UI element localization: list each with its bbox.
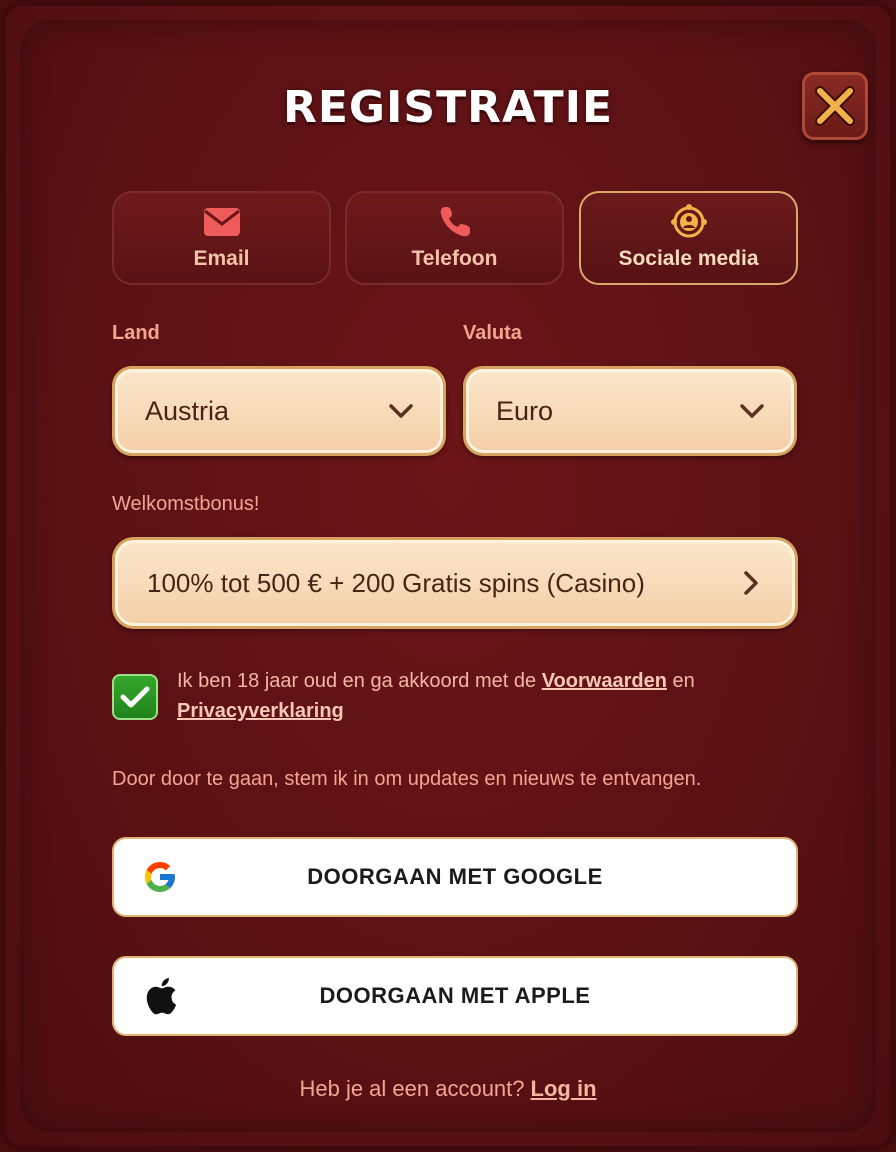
country-value: Austria: [145, 395, 230, 426]
google-signin-button[interactable]: DOORGAAN MET GOOGLE: [112, 837, 798, 917]
welcome-bonus-select[interactable]: 100% tot 500 € + 200 Gratis spins (Casin…: [112, 537, 798, 629]
envelope-icon: [203, 208, 240, 236]
terms-link[interactable]: Voorwaarden: [542, 670, 667, 692]
chevron-down-icon: [389, 404, 413, 418]
currency-select[interactable]: Euro: [463, 366, 797, 456]
login-prompt-text: Heb je al een account?: [299, 1076, 525, 1101]
registration-method-tabs: Email Telefoon Sociale media: [112, 191, 798, 285]
checkmark-icon: [120, 686, 150, 708]
bonus-label: Welkomstbonus!: [112, 493, 260, 515]
social-media-icon: [670, 204, 707, 238]
close-icon: [815, 86, 855, 126]
apple-icon: [146, 978, 177, 1015]
tab-email[interactable]: Email: [112, 191, 331, 285]
google-button-label: DOORGAAN MET GOOGLE: [307, 864, 603, 889]
modal-title: REGISTRATIE: [282, 82, 614, 133]
tab-sociale-media[interactable]: Sociale media: [579, 191, 798, 285]
consent-text-middle: en: [672, 670, 695, 692]
tab-sociale-media-label: Sociale media: [618, 247, 759, 270]
chevron-down-icon: [740, 404, 764, 418]
consent-text-before: Ik ben 18 jaar oud en ga akkoord met de: [177, 670, 537, 692]
tab-telefoon-label: Telefoon: [411, 247, 498, 270]
age-consent-checkbox[interactable]: [112, 674, 158, 720]
country-select[interactable]: Austria: [112, 366, 446, 456]
close-button[interactable]: [802, 72, 868, 140]
currency-value: Euro: [496, 395, 554, 426]
google-icon: [145, 862, 175, 892]
chevron-right-icon: [744, 571, 758, 595]
privacy-link[interactable]: Privacyverklaring: [177, 700, 344, 722]
country-label: Land: [112, 322, 160, 344]
consent-text: Ik ben 18 jaar oud en ga akkoord met de …: [177, 666, 757, 726]
login-prompt: Heb je al een account? Log in: [6, 1076, 890, 1102]
registration-modal: REGISTRATIE Email Telefoon Sociale media…: [0, 0, 896, 1152]
apple-button-label: DOORGAAN MET APPLE: [319, 983, 591, 1008]
tab-telefoon[interactable]: Telefoon: [345, 191, 564, 285]
phone-icon: [440, 207, 470, 237]
updates-notice: Door door te gaan, stem ik in om updates…: [112, 768, 702, 790]
login-link[interactable]: Log in: [531, 1076, 597, 1101]
apple-signin-button[interactable]: DOORGAAN MET APPLE: [112, 956, 798, 1036]
tab-email-label: Email: [193, 247, 250, 270]
currency-label: Valuta: [463, 322, 522, 344]
bonus-value: 100% tot 500 € + 200 Gratis spins (Casin…: [147, 567, 645, 598]
